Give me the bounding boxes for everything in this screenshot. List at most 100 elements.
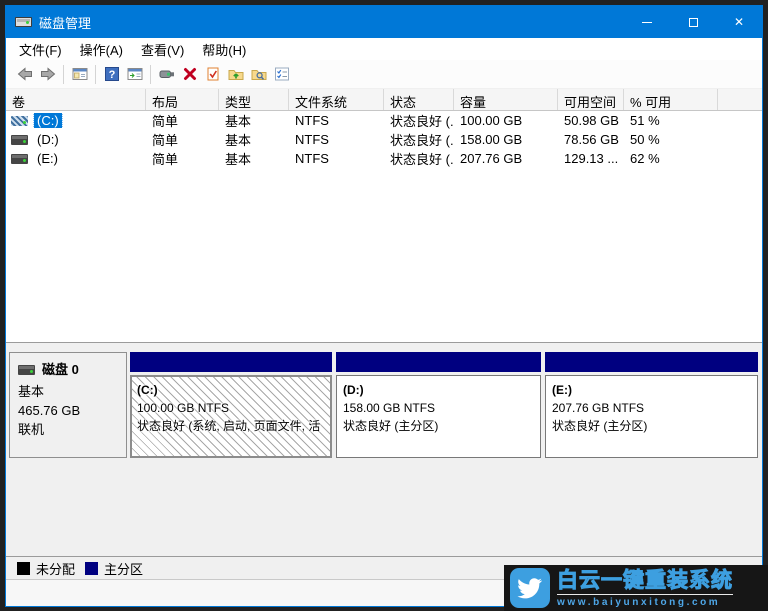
volume-cell: (E:) <box>6 151 146 166</box>
layout-cell: 简单 <box>146 149 219 168</box>
disk-graphical-pane: 磁盘 0 基本 465.76 GB 联机 (C:) 100.00 GB NTFS… <box>6 343 762 556</box>
disk-status: 联机 <box>18 420 126 439</box>
partition-status: 状态良好 (主分区) <box>343 417 540 435</box>
capacity-cell: 100.00 GB <box>454 113 558 128</box>
partition-name: (E:) <box>552 381 757 399</box>
column-header-filler <box>718 89 762 110</box>
type-cell: 基本 <box>219 130 289 149</box>
disk-0-info-box[interactable]: 磁盘 0 基本 465.76 GB 联机 <box>9 352 127 458</box>
device-icon[interactable] <box>155 63 178 86</box>
legend-label: 未分配 <box>36 559 75 578</box>
pct-free-cell: 51 % <box>624 113 718 128</box>
watermark-text: 白云一键重装系统 www.baiyunxitong.com <box>557 569 733 608</box>
table-row-e[interactable]: (E:) 简单 基本 NTFS 状态良好 (... 207.76 GB 129.… <box>6 149 762 168</box>
disk-type: 基本 <box>18 382 126 401</box>
watermark-url: www.baiyunxitong.com <box>557 594 733 608</box>
column-header-free-space[interactable]: 可用空间 <box>558 89 624 110</box>
properties-check-icon[interactable] <box>201 63 224 86</box>
maximize-button[interactable] <box>670 6 716 38</box>
disk-0-row: 磁盘 0 基本 465.76 GB 联机 (C:) 100.00 GB NTFS… <box>9 352 762 458</box>
menu-bar: 文件(F) 操作(A) 查看(V) 帮助(H) <box>6 38 762 60</box>
folder-search-icon[interactable] <box>247 63 270 86</box>
menu-view[interactable]: 查看(V) <box>132 38 193 61</box>
title-bar[interactable]: 磁盘管理 ✕ <box>6 6 762 38</box>
desktop-background: 磁盘管理 ✕ 文件(F) 操作(A) 查看(V) 帮助(H) <box>0 0 768 611</box>
column-header-filesystem[interactable]: 文件系统 <box>289 89 384 110</box>
volume-cell: (D:) <box>6 132 146 147</box>
capacity-cell: 158.00 GB <box>454 132 558 147</box>
column-header-pct-free[interactable]: % 可用 <box>624 89 718 110</box>
console-tree-icon[interactable] <box>68 63 91 86</box>
menu-help[interactable]: 帮助(H) <box>193 38 255 61</box>
legend-primary-partition: 主分区 <box>85 559 143 578</box>
disk-management-window: 磁盘管理 ✕ 文件(F) 操作(A) 查看(V) 帮助(H) <box>5 5 763 607</box>
table-row-c[interactable]: (C:) 简单 基本 NTFS 状态良好 (... 100.00 GB 50.9… <box>6 111 762 130</box>
disk-icon <box>18 365 35 375</box>
disk-name: 磁盘 0 <box>42 360 79 379</box>
status-cell: 状态良好 (... <box>384 111 454 130</box>
window-title: 磁盘管理 <box>39 13 91 32</box>
pct-free-cell: 50 % <box>624 132 718 147</box>
volume-label[interactable]: (E:) <box>34 151 61 166</box>
toolbar-separator <box>150 65 151 84</box>
menu-action[interactable]: 操作(A) <box>71 38 132 61</box>
layout-cell: 简单 <box>146 130 219 149</box>
watermark-title: 白云一键重装系统 <box>557 569 733 593</box>
toolbar-separator <box>95 65 96 84</box>
partition-d-body[interactable]: (D:) 158.00 GB NTFS 状态良好 (主分区) <box>336 375 541 458</box>
volume-label[interactable]: (C:) <box>34 113 62 128</box>
minimize-button[interactable] <box>624 6 670 38</box>
capacity-cell: 207.76 GB <box>454 151 558 166</box>
watermark: 白云一键重装系统 www.baiyunxitong.com <box>504 565 768 611</box>
back-icon[interactable] <box>13 63 36 86</box>
forward-icon[interactable] <box>36 63 59 86</box>
app-disk-icon <box>15 17 32 27</box>
help-icon[interactable]: ? <box>100 63 123 86</box>
partition-d[interactable]: (D:) 158.00 GB NTFS 状态良好 (主分区) <box>336 352 541 458</box>
partition-c-body[interactable]: (C:) 100.00 GB NTFS 状态良好 (系统, 启动, 页面文件, … <box>130 375 332 458</box>
volume-label[interactable]: (D:) <box>34 132 62 147</box>
partition-d-color-bar <box>336 352 541 372</box>
disk-size: 465.76 GB <box>18 401 126 420</box>
show-hide-console-icon[interactable] <box>123 63 146 86</box>
volume-list: 卷 布局 类型 文件系统 状态 容量 可用空间 % 可用 (C:) 简单 基本 … <box>6 89 762 343</box>
column-header-volume[interactable]: 卷 <box>6 89 146 110</box>
minimize-icon <box>642 22 652 23</box>
menu-file[interactable]: 文件(F) <box>10 38 71 61</box>
tool-bar: ? <box>6 60 762 89</box>
partition-name: (C:) <box>137 381 330 399</box>
svg-text:?: ? <box>108 69 115 81</box>
delete-icon[interactable] <box>178 63 201 86</box>
partition-c[interactable]: (C:) 100.00 GB NTFS 状态良好 (系统, 启动, 页面文件, … <box>130 352 332 458</box>
partition-size: 158.00 GB NTFS <box>343 399 540 417</box>
pct-free-cell: 62 % <box>624 151 718 166</box>
free-space-cell: 50.98 GB <box>558 113 624 128</box>
column-header-status[interactable]: 状态 <box>384 89 454 110</box>
table-row-d[interactable]: (D:) 简单 基本 NTFS 状态良好 (... 158.00 GB 78.5… <box>6 130 762 149</box>
partition-e[interactable]: (E:) 207.76 GB NTFS 状态良好 (主分区) <box>545 352 758 458</box>
free-space-cell: 78.56 GB <box>558 132 624 147</box>
partition-status: 状态良好 (系统, 启动, 页面文件, 活 <box>137 417 330 435</box>
volume-disk-icon <box>11 154 28 164</box>
legend-label: 主分区 <box>104 559 143 578</box>
partition-status: 状态良好 (主分区) <box>552 417 757 435</box>
maximize-icon <box>689 18 698 27</box>
partition-name: (D:) <box>343 381 540 399</box>
column-header-capacity[interactable]: 容量 <box>454 89 558 110</box>
type-cell: 基本 <box>219 111 289 130</box>
volume-list-header: 卷 布局 类型 文件系统 状态 容量 可用空间 % 可用 <box>6 89 762 111</box>
status-cell: 状态良好 (... <box>384 149 454 168</box>
volume-cell: (C:) <box>6 113 146 128</box>
column-header-type[interactable]: 类型 <box>219 89 289 110</box>
column-header-layout[interactable]: 布局 <box>146 89 219 110</box>
disk-0-header: 磁盘 0 <box>18 360 126 379</box>
legend-unallocated: 未分配 <box>17 559 75 578</box>
partition-c-color-bar <box>130 352 332 372</box>
partition-e-body[interactable]: (E:) 207.76 GB NTFS 状态良好 (主分区) <box>545 375 758 458</box>
close-button[interactable]: ✕ <box>716 6 762 38</box>
primary-partition-swatch <box>85 562 98 575</box>
task-list-icon[interactable] <box>270 63 293 86</box>
volume-disk-icon <box>11 116 28 126</box>
bird-logo-icon <box>510 568 550 608</box>
folder-export-icon[interactable] <box>224 63 247 86</box>
